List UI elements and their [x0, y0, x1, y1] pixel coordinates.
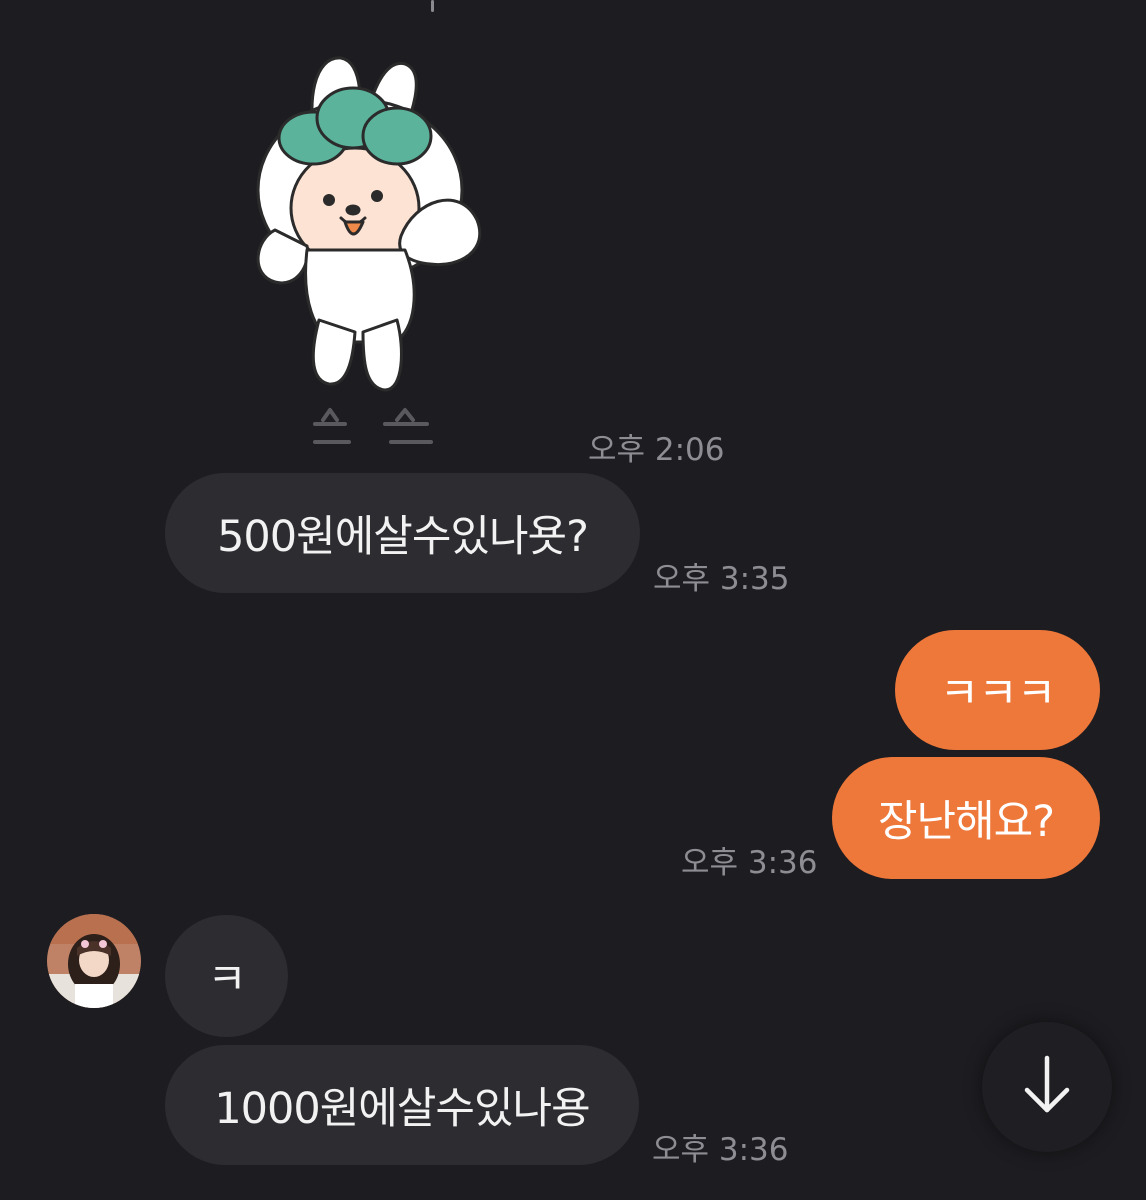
bunny-sticker-icon[interactable]: [245, 50, 495, 470]
message-bubble-incoming[interactable]: ㅋ: [165, 915, 288, 1037]
message-timestamp: 오후 3:35: [653, 561, 790, 597]
message-bubble-incoming[interactable]: 1000원에살수있나용: [165, 1045, 639, 1165]
chat-screen: 오후 2:06 500원에살수있나욧? 오후 3:35 ㅋㅋㅋ 장난해요? 오후…: [0, 0, 1146, 1200]
avatar[interactable]: [47, 914, 141, 1008]
message-bubble-outgoing[interactable]: ㅋㅋㅋ: [895, 630, 1100, 750]
message-bubble-incoming[interactable]: 500원에살수있나욧?: [165, 473, 640, 593]
message-bubble-outgoing[interactable]: 장난해요?: [832, 757, 1100, 879]
scroll-to-bottom-button[interactable]: [982, 1022, 1112, 1152]
message-timestamp: 오후 3:36: [652, 1132, 789, 1168]
message-timestamp: 오후 3:36: [681, 845, 818, 881]
divider-tick: [431, 0, 434, 12]
arrow-down-icon: [1019, 1054, 1075, 1120]
sticker-timestamp: 오후 2:06: [588, 432, 725, 468]
